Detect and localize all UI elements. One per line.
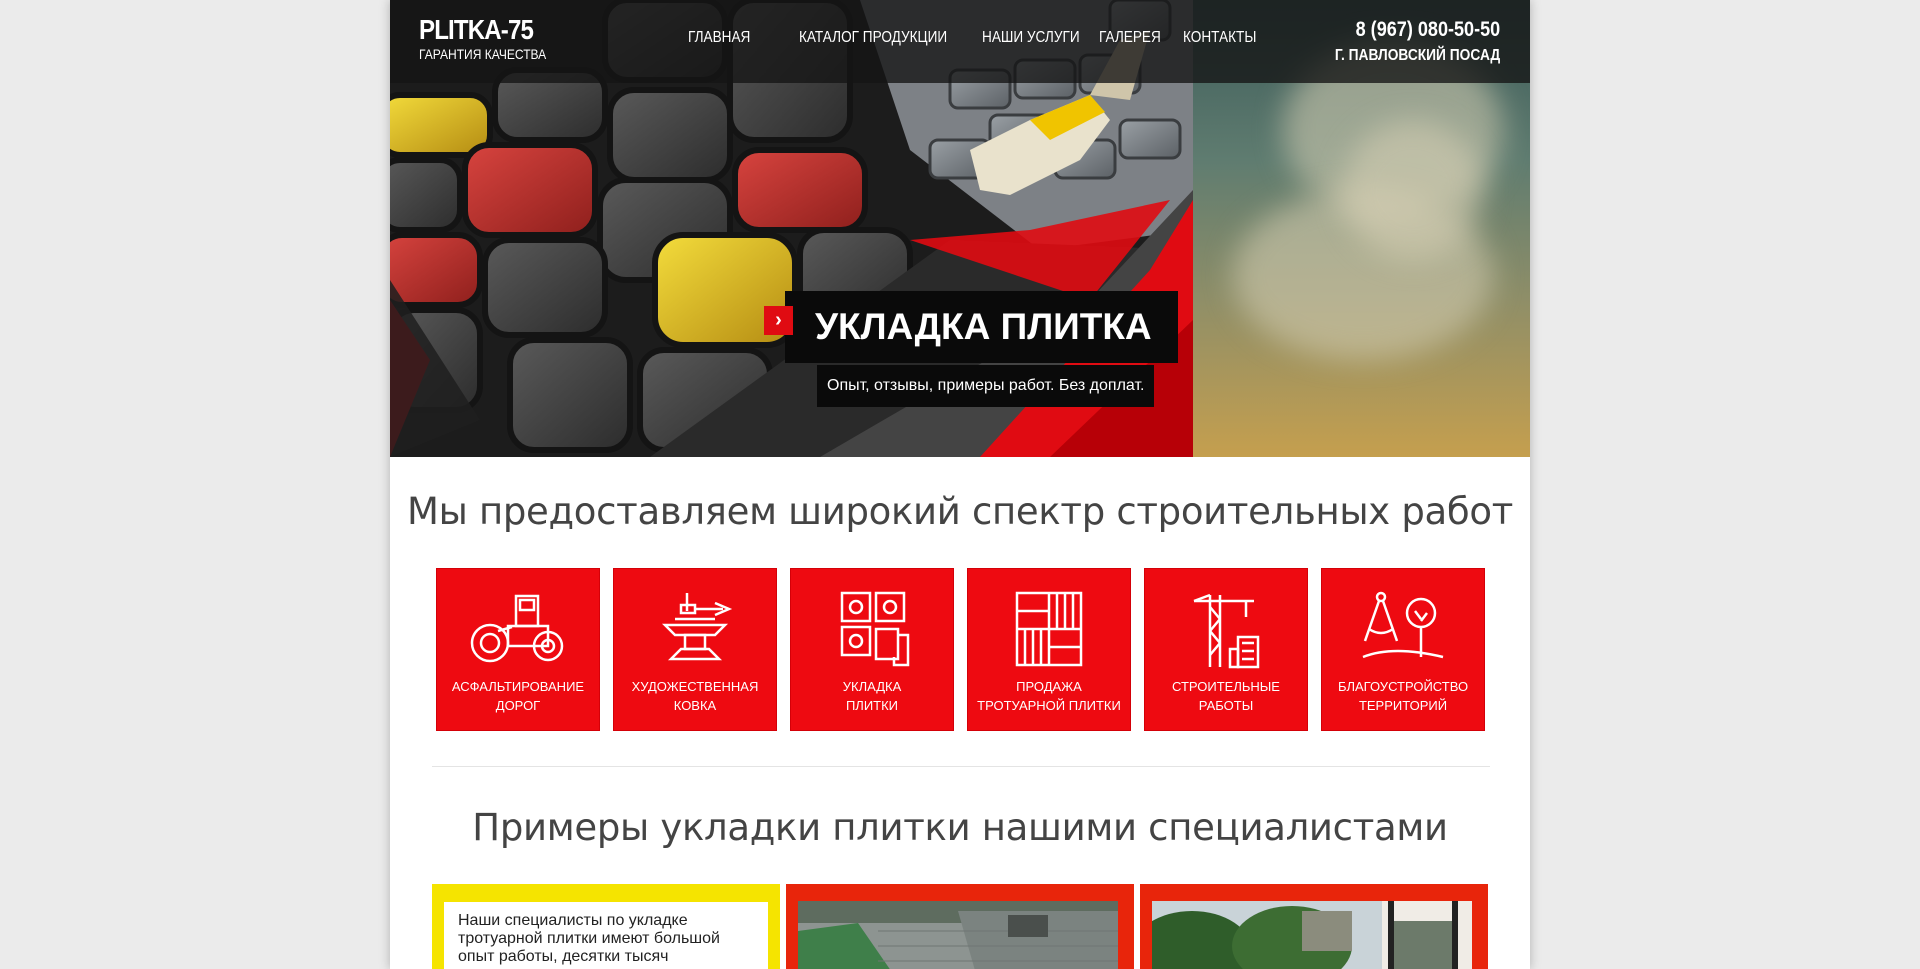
example-photo-card[interactable] — [786, 884, 1134, 969]
service-label: ХУДОЖЕСТВЕННАЯ КОВКА — [631, 679, 759, 713]
city-label: Г. ПАВЛОВСКИЙ ПОСАД — [1334, 47, 1500, 64]
phone-number[interactable]: 8 (967) 080-50-50 — [1335, 18, 1500, 42]
nav-gallery[interactable]: ГАЛЕРЕЯ — [1099, 29, 1161, 47]
main-nav: ГЛАВНАЯ КАТАЛОГ ПРОДУКЦИИ НАШИ УСЛУГИ ГА… — [688, 29, 1270, 47]
example-photo-card[interactable] — [1140, 884, 1488, 969]
section-divider — [432, 766, 1490, 767]
service-construction[interactable]: СТРОИТЕЛЬНЫЕ РАБОТЫ — [1144, 568, 1308, 731]
logo-title: PLITKA-75 — [419, 14, 534, 45]
examples-text: Наши специалисты по укладке тротуарной п… — [444, 902, 768, 969]
services-heading: Мы предоставляем широкий спектр строител… — [406, 490, 1514, 533]
tile-laying-icon — [840, 591, 910, 667]
service-tile-laying[interactable]: УКЛАДКА ПЛИТКИ — [790, 568, 954, 731]
road-roller-icon — [470, 594, 564, 663]
service-label: ПРОДАЖА ТРОТУАРНОЙ ПЛИТКИ — [977, 679, 1121, 713]
hero-banner: PLITKA-75 ГАРАНТИЯ КАЧЕСТВА ГЛАВНАЯ КАТА… — [390, 0, 1530, 457]
paving-pattern-icon — [1015, 591, 1083, 667]
page-container: PLITKA-75 ГАРАНТИЯ КАЧЕСТВА ГЛАВНАЯ КАТА… — [390, 0, 1530, 969]
logo-subtitle: ГАРАНТИЯ КАЧЕСТВА — [419, 46, 547, 62]
service-landscaping[interactable]: БЛАГОУСТРОЙСТВО ТЕРРИТОРИЙ — [1321, 568, 1485, 731]
service-label: АСФАЛЬТИРОВАНИЕ ДОРОГ — [451, 679, 585, 713]
crane-building-icon — [1193, 593, 1260, 669]
nav-home[interactable]: ГЛАВНАЯ — [688, 29, 750, 47]
nav-contacts[interactable]: КОНТАКТЫ — [1183, 29, 1256, 47]
header: PLITKA-75 ГАРАНТИЯ КАЧЕСТВА ГЛАВНАЯ КАТА… — [390, 0, 1530, 83]
examples-heading: Примеры укладки плитки нашими специалист… — [472, 806, 1448, 849]
garden-path-photo — [1152, 901, 1472, 969]
examples-text-card: Наши специалисты по укладке тротуарной п… — [432, 884, 780, 969]
chevron-right-icon[interactable]: › — [764, 306, 793, 335]
hero-subtitle: Опыт, отзывы, примеры работ. Без доплат. — [817, 365, 1155, 407]
service-asphalt[interactable]: АСФАЛЬТИРОВАНИЕ ДОРОГ — [436, 568, 600, 731]
logo[interactable]: PLITKA-75 ГАРАНТИЯ КАЧЕСТВА — [419, 14, 567, 63]
service-label: УКЛАДКА ПЛИТКИ — [842, 679, 902, 713]
service-label: СТРОИТЕЛЬНЫЕ РАБОТЫ — [1172, 679, 1280, 713]
nav-services[interactable]: НАШИ УСЛУГИ — [982, 29, 1080, 47]
hero-title: УКЛАДКА ПЛИТКА — [785, 291, 1178, 363]
header-contact: 8 (967) 080-50-50 Г. ПАВЛОВСКИЙ ПОСАД — [1308, 18, 1500, 66]
service-forging[interactable]: ХУДОЖЕСТВЕННАЯ КОВКА — [613, 568, 777, 731]
service-label: БЛАГОУСТРОЙСТВО ТЕРРИТОРИЙ — [1337, 679, 1469, 713]
nav-catalog[interactable]: КАТАЛОГ ПРОДУКЦИИ — [799, 29, 947, 47]
paved-yard-photo — [798, 901, 1118, 969]
service-tile-sales[interactable]: ПРОДАЖА ТРОТУАРНОЙ ПЛИТКИ — [967, 568, 1131, 731]
landscape-compass-icon — [1362, 591, 1444, 659]
services-grid: АСФАЛЬТИРОВАНИЕ ДОРОГ ХУДОЖЕСТВЕННАЯ КОВ… — [436, 568, 1485, 731]
anvil-hammer-icon — [661, 593, 733, 661]
